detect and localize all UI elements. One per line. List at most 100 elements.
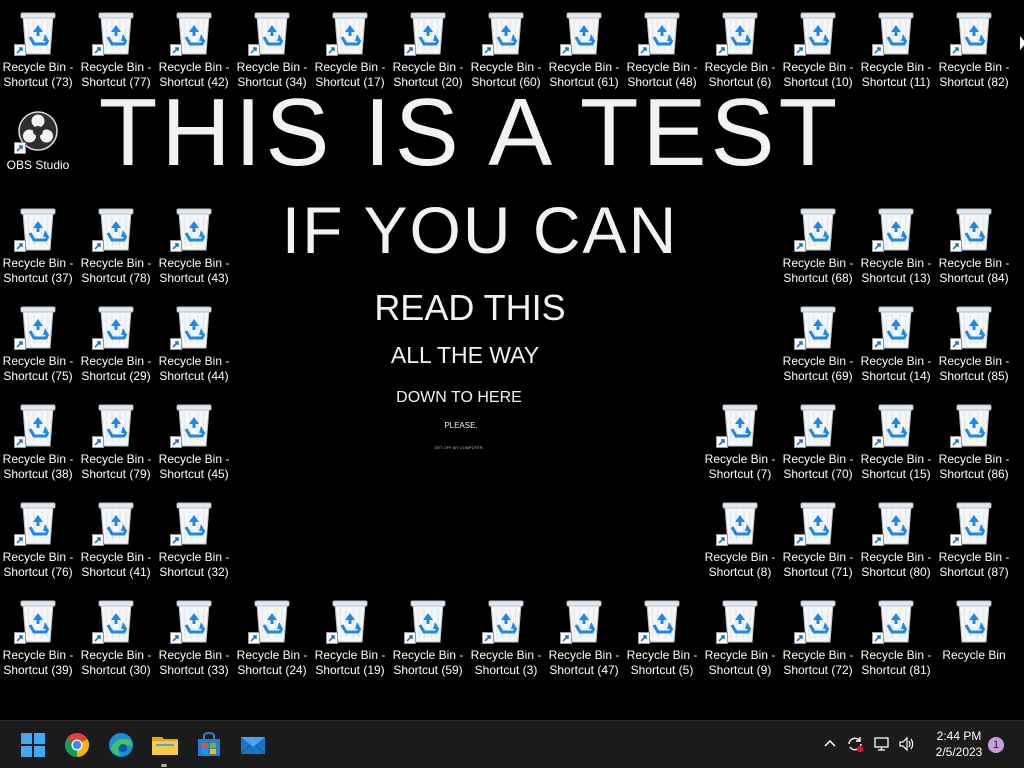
- desktop-icon[interactable]: Recycle Bin - Shortcut (38): [0, 398, 76, 488]
- desktop-icon-label: Recycle Bin - Shortcut (15): [860, 452, 932, 481]
- mail-button[interactable]: [237, 729, 269, 761]
- shortcut-arrow-icon: [14, 436, 26, 448]
- desktop-icon-label: Recycle Bin - Shortcut (32): [158, 550, 230, 579]
- desktop-icon[interactable]: Recycle Bin - Shortcut (29): [78, 300, 154, 390]
- recycle-bin-icon: [956, 600, 992, 643]
- desktop-icon[interactable]: Recycle Bin - Shortcut (79): [78, 398, 154, 488]
- file-explorer-button[interactable]: [149, 729, 181, 761]
- desktop-icon-recycle-bin[interactable]: Recycle Bin: [936, 594, 1012, 684]
- desktop-icon[interactable]: Recycle Bin - Shortcut (84): [936, 202, 1012, 292]
- desktop-icon[interactable]: Recycle Bin - Shortcut (43): [156, 202, 232, 292]
- running-app-indicator: [161, 764, 167, 767]
- desktop-icon[interactable]: Recycle Bin - Shortcut (10): [780, 6, 856, 96]
- desktop-icon-label: Recycle Bin - Shortcut (33): [158, 648, 230, 677]
- desktop-icon[interactable]: Recycle Bin - Shortcut (5): [624, 594, 700, 684]
- desktop-icon[interactable]: Recycle Bin - Shortcut (48): [624, 6, 700, 96]
- desktop-icon[interactable]: Recycle Bin - Shortcut (24): [234, 594, 310, 684]
- desktop-icon[interactable]: Recycle Bin - Shortcut (39): [0, 594, 76, 684]
- desktop-icon[interactable]: Recycle Bin - Shortcut (82): [936, 6, 1012, 96]
- volume-button[interactable]: [898, 735, 916, 753]
- shortcut-arrow-icon: [952, 439, 959, 446]
- desktop-icon[interactable]: Recycle Bin - Shortcut (19): [312, 594, 388, 684]
- desktop-icon[interactable]: Recycle Bin - Shortcut (6): [702, 6, 778, 96]
- desktop-icon[interactable]: Recycle Bin - Shortcut (14): [858, 300, 934, 390]
- shortcut-arrow-icon: [170, 534, 182, 546]
- desktop-icon[interactable]: Recycle Bin - Shortcut (47): [546, 594, 622, 684]
- shortcut-arrow-icon: [950, 534, 962, 546]
- desktop-icon-label: Recycle Bin - Shortcut (42): [158, 60, 230, 89]
- desktop-icon[interactable]: Recycle Bin - Shortcut (17): [312, 6, 388, 96]
- desktop-icon[interactable]: Recycle Bin - Shortcut (75): [0, 300, 76, 390]
- desktop-icon[interactable]: Recycle Bin - Shortcut (70): [780, 398, 856, 488]
- desktop-icon[interactable]: Recycle Bin - Shortcut (3): [468, 594, 544, 684]
- desktop-icon-label: Recycle Bin - Shortcut (6): [704, 60, 776, 89]
- shortcut-arrow-icon: [560, 632, 572, 644]
- recycle-bin-icon: [954, 598, 994, 644]
- desktop-icon[interactable]: Recycle Bin - Shortcut (60): [468, 6, 544, 96]
- desktop-icon[interactable]: Recycle Bin - Shortcut (81): [858, 594, 934, 684]
- shortcut-arrow-icon: [794, 240, 806, 252]
- desktop-icon-label: Recycle Bin - Shortcut (61): [548, 60, 620, 89]
- desktop-icon-label: Recycle Bin - Shortcut (24): [236, 648, 308, 677]
- edge-button[interactable]: [105, 729, 137, 761]
- desktop-icon[interactable]: Recycle Bin - Shortcut (7): [702, 398, 778, 488]
- desktop-icon[interactable]: Recycle Bin - Shortcut (59): [390, 594, 466, 684]
- desktop-icon[interactable]: Recycle Bin - Shortcut (86): [936, 398, 1012, 488]
- shortcut-arrow-icon: [92, 534, 104, 546]
- desktop-icon[interactable]: Recycle Bin - Shortcut (33): [156, 594, 232, 684]
- chrome-button[interactable]: [61, 729, 93, 761]
- desktop-icon[interactable]: Recycle Bin - Shortcut (45): [156, 398, 232, 488]
- shortcut-arrow-icon: [794, 632, 806, 644]
- desktop-icon[interactable]: Recycle Bin - Shortcut (78): [78, 202, 154, 292]
- desktop-icon-label: Recycle Bin - Shortcut (73): [2, 60, 74, 89]
- desktop-icon[interactable]: Recycle Bin - Shortcut (71): [780, 496, 856, 586]
- desktop-icon[interactable]: Recycle Bin - Shortcut (73): [0, 6, 76, 96]
- shortcut-arrow-icon: [94, 47, 101, 54]
- desktop-icon[interactable]: Recycle Bin - Shortcut (20): [390, 6, 466, 96]
- sync-status-button[interactable]: [846, 735, 864, 753]
- shortcut-arrow-icon: [248, 44, 260, 56]
- chrome-icon: [64, 733, 90, 757]
- shortcut-arrow-icon: [250, 635, 257, 642]
- desktop-icon-label: Recycle Bin - Shortcut (60): [470, 60, 542, 89]
- desktop-icon[interactable]: Recycle Bin - Shortcut (77): [78, 6, 154, 96]
- desktop-icon[interactable]: OBS Studio: [0, 104, 76, 194]
- desktop-icon[interactable]: Recycle Bin - Shortcut (13): [858, 202, 934, 292]
- shortcut-arrow-icon: [172, 341, 179, 348]
- desktop-icon[interactable]: Recycle Bin - Shortcut (68): [780, 202, 856, 292]
- desktop-icon[interactable]: Recycle Bin - Shortcut (69): [780, 300, 856, 390]
- desktop-icon-label: OBS Studio: [6, 158, 70, 172]
- desktop-icon[interactable]: Recycle Bin - Shortcut (8): [702, 496, 778, 586]
- desktop-icon[interactable]: Recycle Bin - Shortcut (42): [156, 6, 232, 96]
- shortcut-arrow-icon: [170, 338, 182, 350]
- desktop-icon[interactable]: Recycle Bin - Shortcut (41): [78, 496, 154, 586]
- desktop-icon[interactable]: Recycle Bin - Shortcut (61): [546, 6, 622, 96]
- desktop-icon[interactable]: Recycle Bin - Shortcut (34): [234, 6, 310, 96]
- desktop-icon[interactable]: Recycle Bin - Shortcut (87): [936, 496, 1012, 586]
- network-button[interactable]: [873, 735, 891, 753]
- desktop-icon[interactable]: Recycle Bin - Shortcut (15): [858, 398, 934, 488]
- shortcut-arrow-icon: [16, 635, 23, 642]
- desktop-icon[interactable]: Recycle Bin - Shortcut (80): [858, 496, 934, 586]
- desktop-icon[interactable]: Recycle Bin - Shortcut (85): [936, 300, 1012, 390]
- desktop-icon[interactable]: Recycle Bin - Shortcut (9): [702, 594, 778, 684]
- desktop-icon-label: Recycle Bin: [942, 648, 1006, 662]
- shortcut-arrow-icon: [328, 635, 335, 642]
- show-hidden-icons-button[interactable]: [821, 735, 839, 753]
- microsoft-store-button[interactable]: [193, 729, 225, 761]
- desktop-icon[interactable]: Recycle Bin - Shortcut (30): [78, 594, 154, 684]
- desktop-icon-label: Recycle Bin - Shortcut (45): [158, 452, 230, 481]
- shortcut-arrow-icon: [950, 436, 962, 448]
- notification-badge[interactable]: 1: [988, 737, 1004, 753]
- desktop-icon-label: Recycle Bin - Shortcut (29): [80, 354, 152, 383]
- desktop-icon[interactable]: Recycle Bin - Shortcut (72): [780, 594, 856, 684]
- desktop-icon[interactable]: Recycle Bin - Shortcut (37): [0, 202, 76, 292]
- shortcut-arrow-icon: [952, 341, 959, 348]
- taskbar-clock[interactable]: 2:44 PM 2/5/2023: [924, 728, 994, 760]
- desktop-icon[interactable]: Recycle Bin - Shortcut (76): [0, 496, 76, 586]
- desktop-icon[interactable]: Recycle Bin - Shortcut (11): [858, 6, 934, 96]
- desktop-icon-label: Recycle Bin - Shortcut (81): [860, 648, 932, 677]
- desktop-icon[interactable]: Recycle Bin - Shortcut (32): [156, 496, 232, 586]
- start-button[interactable]: [17, 729, 49, 761]
- desktop-icon[interactable]: Recycle Bin - Shortcut (44): [156, 300, 232, 390]
